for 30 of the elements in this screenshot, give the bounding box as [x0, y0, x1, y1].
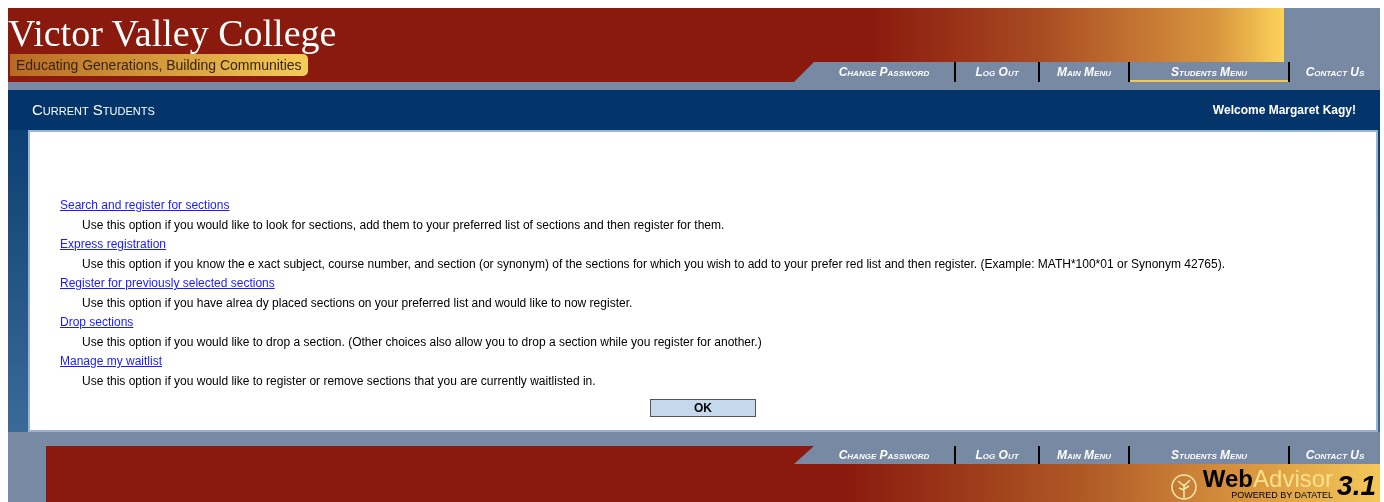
- logo-word: Advisor: [1253, 467, 1334, 491]
- section-title: Current Students: [32, 99, 155, 120]
- nav-link[interactable]: Students Menu: [1128, 446, 1288, 464]
- option-link[interactable]: Register for previously selected sections: [60, 274, 275, 293]
- option-description: Use this option if you know the e xact subject, course number, and section (or synonym) of the sections for which you wish to add to your prefer red list and then register. (Example: MATH*100*01 or Synonym 42765).: [81, 256, 1226, 273]
- option-link[interactable]: Express registration: [60, 235, 167, 254]
- nav-link[interactable]: Log Out: [954, 446, 1038, 464]
- option-description: Use this option if you would like to drop a section. (Other choices also allow you to drop a section while you register for another.): [81, 334, 762, 351]
- nav-link[interactable]: Students Menu: [1128, 62, 1288, 82]
- option-link[interactable]: Drop sections: [60, 313, 134, 332]
- option-description: Use this option if you would like to register or remove sections that you are currently waitlisted in.: [81, 373, 596, 390]
- nav-link[interactable]: Change Password: [794, 62, 954, 82]
- college-name: Victor Valley College: [8, 14, 337, 52]
- ok-button[interactable]: OK: [650, 399, 756, 417]
- welcome-text: Welcome Margaret Kagy!: [1212, 102, 1356, 119]
- tagline-badge: Educating Generations, Building Communities: [10, 54, 308, 76]
- option-link[interactable]: Search and register for sections: [60, 196, 230, 215]
- nav-link[interactable]: Contact Us: [1288, 62, 1380, 82]
- nav-link[interactable]: Main Menu: [1038, 62, 1128, 82]
- nav-link[interactable]: Contact Us: [1288, 446, 1380, 464]
- nav-link[interactable]: Log Out: [954, 62, 1038, 82]
- option-link[interactable]: Manage my waitlist: [60, 352, 163, 371]
- option-description: Use this option if you have alrea dy placed sections on your preferred list and would like to now register.: [81, 295, 633, 312]
- logo-word: Web: [1202, 467, 1254, 491]
- option-description: Use this option if you would like to look for sections, add them to your preferred list of sections and then register for them.: [81, 217, 725, 234]
- tree-icon: [1168, 472, 1199, 502]
- version-number: 3.1: [1337, 472, 1376, 502]
- logo-tagline: POWERED BY DATATEL: [1231, 491, 1334, 500]
- nav-link[interactable]: Change Password: [794, 446, 954, 464]
- nav-link[interactable]: Main Menu: [1038, 446, 1128, 464]
